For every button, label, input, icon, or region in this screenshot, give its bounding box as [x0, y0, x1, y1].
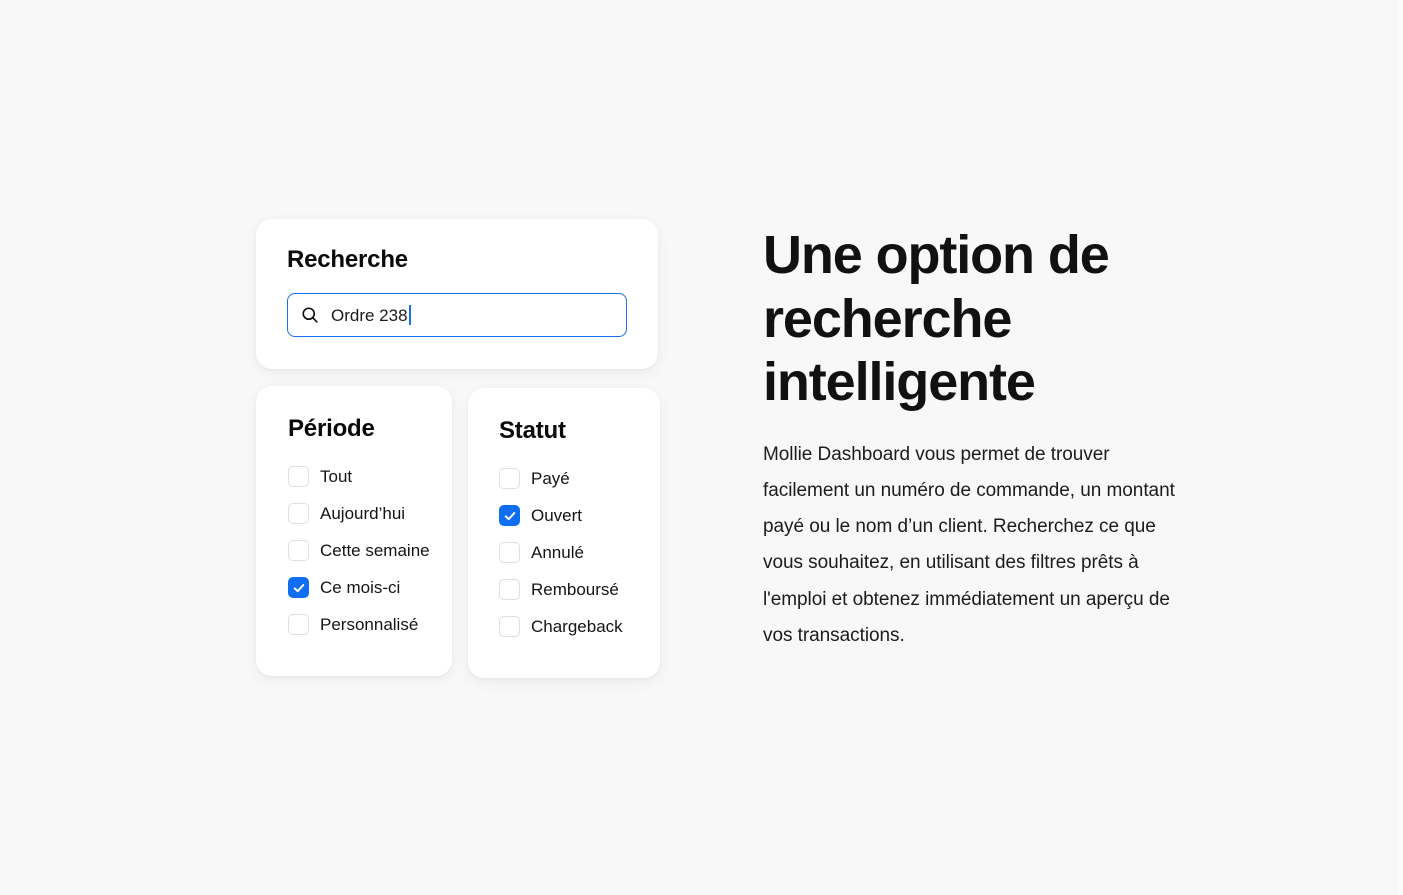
period-card-title: Période: [288, 415, 375, 442]
status-card-title: Statut: [499, 417, 566, 444]
period-option-label: Aujourd’hui: [320, 504, 406, 524]
checkbox-personnalise[interactable]: [288, 614, 309, 636]
period-option-row[interactable]: Aujourd’hui: [288, 495, 452, 532]
marketing-copy-block: Une option de recherche intelligente Mol…: [763, 224, 1183, 654]
page-title: Une option de recherche intelligente: [763, 225, 1110, 413]
period-option-list: Tout Aujourd’hui Cette semaine Ce mois-c…: [288, 458, 452, 643]
checkbox-rembourse[interactable]: [499, 579, 520, 601]
status-option-label: Chargeback: [531, 617, 623, 637]
period-option-label: Tout: [320, 467, 353, 487]
checkbox-ouvert[interactable]: [499, 505, 520, 527]
status-option-row[interactable]: Remboursé: [499, 571, 660, 608]
checkbox-paye[interactable]: [499, 468, 520, 490]
status-option-row[interactable]: Chargeback: [499, 608, 660, 645]
search-card-title: Recherche: [287, 246, 408, 273]
page-description: Mollie Dashboard vous permet de trouver …: [763, 444, 1175, 646]
status-option-row[interactable]: Annulé: [499, 534, 660, 571]
page-root: Recherche Ordre 238 Période Tout Aujourd…: [0, 0, 1403, 895]
status-option-list: Payé Ouvert Annulé Remboursé Chargeback: [499, 460, 660, 645]
status-option-label: Remboursé: [531, 580, 619, 600]
checkbox-chargeback[interactable]: [499, 616, 520, 638]
period-option-row[interactable]: Ce mois-ci: [288, 569, 452, 606]
search-icon: [302, 307, 318, 324]
period-option-label: Cette semaine: [320, 541, 430, 561]
page-right-edge: [1396, 0, 1403, 895]
status-filter-card: Statut Payé Ouvert Annulé Remboursé Char…: [468, 388, 660, 678]
period-option-label: Personnalisé: [320, 615, 419, 635]
checkbox-aujourdhui[interactable]: [288, 503, 309, 525]
search-input-value: Ordre 238: [331, 305, 408, 325]
checkbox-cette-semaine[interactable]: [288, 540, 309, 562]
period-option-row[interactable]: Personnalisé: [288, 606, 452, 643]
search-input[interactable]: Ordre 238: [287, 293, 627, 338]
search-card: Recherche Ordre 238: [256, 219, 658, 369]
checkbox-annule[interactable]: [499, 542, 520, 564]
status-option-label: Ouvert: [531, 506, 583, 526]
status-option-label: Annulé: [531, 543, 584, 563]
check-icon: [504, 511, 515, 521]
period-option-row[interactable]: Cette semaine: [288, 532, 452, 569]
checkbox-ce-mois-ci[interactable]: [288, 577, 309, 599]
status-option-label: Payé: [531, 469, 570, 489]
period-option-label: Ce mois-ci: [320, 578, 401, 598]
checkbox-tout[interactable]: [288, 466, 309, 488]
status-option-row[interactable]: Payé: [499, 460, 660, 497]
check-icon: [293, 583, 304, 593]
text-cursor: [408, 305, 411, 326]
period-filter-card: Période Tout Aujourd’hui Cette semaine C…: [256, 386, 452, 676]
period-option-row[interactable]: Tout: [288, 458, 452, 495]
status-option-row[interactable]: Ouvert: [499, 497, 660, 534]
